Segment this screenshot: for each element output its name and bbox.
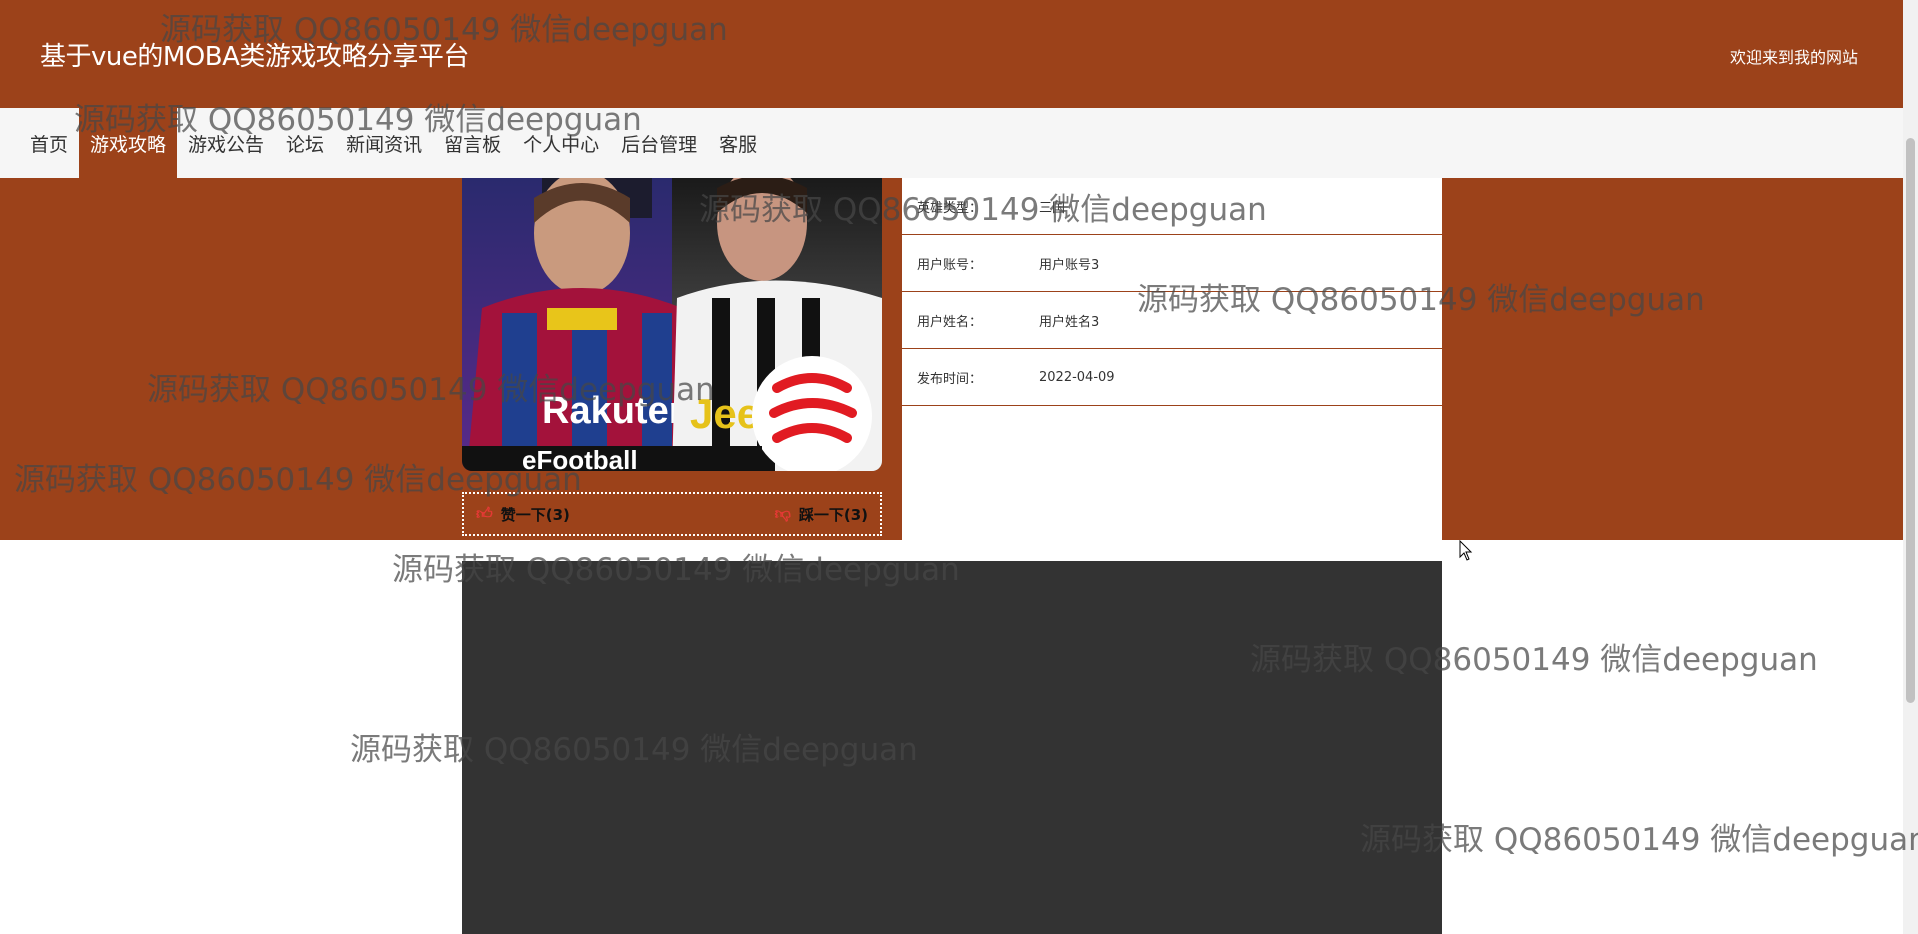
strategy-info-panel: 英雄类型： 三国 用户账号： 用户账号3 用户姓名： 用户姓名3 发布时间： 2… xyxy=(902,178,1442,540)
site-header: 基于vue的MOBA类游戏攻略分享平台 欢迎来到我的网站 xyxy=(0,0,1903,108)
scrollbar-thumb[interactable] xyxy=(1906,138,1915,703)
welcome-text: 欢迎来到我的网站 xyxy=(1729,48,1858,67)
thumbs-up-icon: 👍︎ xyxy=(476,504,493,523)
mouse-cursor-icon xyxy=(1459,540,1473,561)
nav-message-board[interactable]: 留言板 xyxy=(433,108,512,178)
info-value: 用户账号3 xyxy=(1039,257,1100,273)
like-label: 赞一下(3) xyxy=(500,505,570,524)
page-scrollbar[interactable] xyxy=(1903,0,1918,934)
nav-home[interactable]: 首页 xyxy=(0,108,79,178)
nav-news[interactable]: 新闻资讯 xyxy=(335,108,433,178)
info-label: 用户账号： xyxy=(917,257,983,273)
site-title: 基于vue的MOBA类游戏攻略分享平台 xyxy=(40,42,469,72)
thumbs-down-icon: 👎︎ xyxy=(774,504,791,523)
watermark-text: 源码获取 QQ86050149 微信deepguan xyxy=(1360,822,1918,858)
info-value: 2022-04-09 xyxy=(1039,369,1115,385)
nav-game-strategy[interactable]: 游戏攻略 xyxy=(79,108,178,178)
info-row-publish-time: 发布时间： 2022-04-09 xyxy=(902,349,1442,406)
dislike-button[interactable]: 👎︎ 踩一下(3) xyxy=(775,504,868,525)
nav-personal-center[interactable]: 个人中心 xyxy=(512,108,610,178)
info-label: 英雄类型： xyxy=(917,200,983,216)
nav-forum[interactable]: 论坛 xyxy=(275,108,335,178)
info-label: 用户姓名： xyxy=(917,314,983,330)
info-row-user-account: 用户账号： 用户账号3 xyxy=(902,235,1442,292)
info-label: 发布时间： xyxy=(917,371,983,387)
info-row-hero-type: 英雄类型： 三国 xyxy=(902,178,1442,235)
info-value: 三国 xyxy=(1039,200,1066,216)
sponsor-text-1: Rakuten xyxy=(542,390,692,432)
vote-bar: 👍︎ 赞一下(3) 👎︎ 踩一下(3) xyxy=(462,492,882,536)
content-area xyxy=(462,561,1442,934)
nav-admin[interactable]: 后台管理 xyxy=(610,108,708,178)
game-logo-text: eFootball xyxy=(522,445,638,471)
nav-customer-service[interactable]: 客服 xyxy=(708,108,768,178)
sponsor-text-2: Jee xyxy=(690,390,760,437)
info-row-user-name: 用户姓名： 用户姓名3 xyxy=(902,292,1442,349)
main-nav: 首页 游戏攻略 游戏公告 论坛 新闻资讯 留言板 个人中心 后台管理 客服 xyxy=(0,108,1903,178)
info-value: 用户姓名3 xyxy=(1039,314,1100,330)
nav-game-announcement[interactable]: 游戏公告 xyxy=(177,108,275,178)
dislike-label: 踩一下(3) xyxy=(798,505,868,524)
game-cover-image: Rakuten Jee eFootball xyxy=(462,178,882,471)
like-button[interactable]: 👍︎ 赞一下(3) xyxy=(476,504,570,525)
